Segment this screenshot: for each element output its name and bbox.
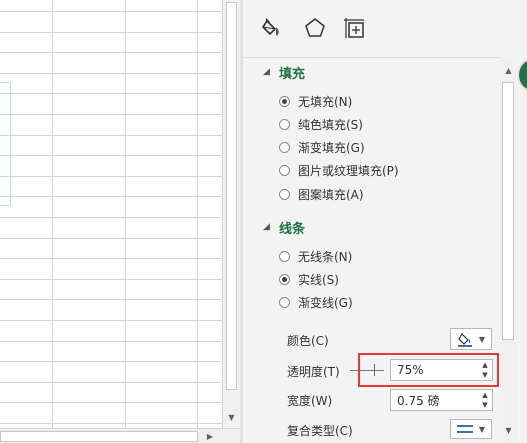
radio-option-label: 渐变填充(G) xyxy=(298,141,365,156)
row-gridline xyxy=(0,402,222,403)
paint-bucket-icon[interactable] xyxy=(259,14,287,42)
pentagon-icon[interactable] xyxy=(301,14,329,42)
radio-button[interactable] xyxy=(279,296,290,308)
radio-option-label: 图案填充(A) xyxy=(298,187,364,202)
pane-vertical-scroll-thumb[interactable] xyxy=(502,82,514,340)
size-properties-icon[interactable] xyxy=(340,14,368,42)
radio-option[interactable]: 无线条(N) xyxy=(279,246,352,266)
row-gridline xyxy=(0,279,222,280)
spinner-arrows-icon[interactable]: ▲ ▼ xyxy=(480,391,490,409)
radio-option[interactable]: 渐变填充(G) xyxy=(279,138,365,158)
chevron-down-icon: ▼ xyxy=(478,424,486,434)
row-gridline xyxy=(0,73,222,74)
column-gridline xyxy=(125,0,126,428)
sheet-vertical-scroll-thumb[interactable] xyxy=(226,2,237,390)
row-gridline xyxy=(0,238,222,239)
row-gridline xyxy=(0,423,222,424)
row-gridline xyxy=(0,93,222,94)
green-circle-button[interactable] xyxy=(517,58,527,92)
row-gridline xyxy=(0,382,222,383)
row-gridline xyxy=(0,176,222,177)
pane-vertical-scrollbar[interactable]: ▲ ▼ xyxy=(500,58,517,443)
scroll-up-arrow-icon[interactable]: ▲ xyxy=(502,64,515,76)
collapse-triangle-icon: ◢ xyxy=(263,222,270,232)
line-width-spin-input[interactable]: 0.75 磅 ▲ ▼ xyxy=(390,389,493,411)
sheet-vertical-scrollbar[interactable]: ▼ xyxy=(222,0,240,428)
radio-button[interactable] xyxy=(279,142,290,154)
radio-option[interactable]: 纯色填充(S) xyxy=(279,114,363,134)
row-gridline xyxy=(0,155,222,156)
radio-button[interactable] xyxy=(279,188,290,200)
chevron-down-icon: ▼ xyxy=(478,334,486,344)
radio-option-label: 图片或纹理填充(P) xyxy=(298,164,399,179)
row-gridline xyxy=(0,114,222,115)
line-section-header[interactable]: ◢ 线条 xyxy=(263,219,306,237)
row-gridline xyxy=(0,217,222,218)
row-gridline xyxy=(0,361,222,362)
format-shape-pane: ◢ 填充 ◢ 线条 颜色(C) ▼ 透明度(T) 75% ▲ ▼ 宽度(W) 0.… xyxy=(243,0,527,443)
highlight-annotation-box xyxy=(358,353,499,387)
row-gridline xyxy=(0,320,222,321)
row-gridline xyxy=(0,258,222,259)
scroll-down-arrow-icon[interactable]: ▼ xyxy=(223,408,240,426)
sheet-horizontal-scroll-thumb[interactable] xyxy=(0,431,198,442)
radio-option[interactable]: 图案填充(A) xyxy=(279,184,364,204)
compound-type-dropdown[interactable]: ▼ xyxy=(450,419,492,439)
fill-section-title: 填充 xyxy=(279,66,306,82)
radio-button[interactable] xyxy=(279,165,290,177)
radio-option-label: 无线条(N) xyxy=(298,249,353,264)
line-color-label: 颜色(C) xyxy=(287,333,329,348)
line-width-value: 0.75 磅 xyxy=(397,393,440,408)
row-gridline xyxy=(0,32,222,33)
radio-option[interactable]: 图片或纹理填充(P) xyxy=(279,161,399,181)
line-width-label: 宽度(W) xyxy=(287,393,333,408)
column-gridline xyxy=(52,0,53,428)
row-gridline xyxy=(0,52,222,53)
radio-button[interactable] xyxy=(279,118,290,130)
row-gridline xyxy=(0,135,222,136)
radio-button[interactable] xyxy=(279,250,290,262)
radio-button[interactable] xyxy=(279,273,290,285)
selected-shape-outline[interactable] xyxy=(0,82,11,206)
row-gridline xyxy=(0,11,222,12)
paint-bucket-icon xyxy=(457,333,472,347)
radio-option-label: 纯色填充(S) xyxy=(298,117,363,132)
column-gridline xyxy=(197,0,198,428)
radio-option[interactable]: 无填充(N) xyxy=(279,91,352,111)
radio-option-label: 实线(S) xyxy=(298,272,339,287)
pane-tab-bar xyxy=(243,0,527,58)
collapse-triangle-icon: ◢ xyxy=(263,67,270,77)
row-gridline xyxy=(0,341,222,342)
scroll-down-arrow-icon[interactable]: ▼ xyxy=(502,424,515,436)
radio-option[interactable]: 渐变线(G) xyxy=(279,292,353,312)
compound-line-icon xyxy=(456,425,473,433)
row-gridline xyxy=(0,299,222,300)
radio-option-label: 渐变线(G) xyxy=(298,295,353,310)
radio-option[interactable]: 实线(S) xyxy=(279,269,339,289)
radio-button[interactable] xyxy=(279,95,290,107)
scroll-right-arrow-icon[interactable]: ▶ xyxy=(203,430,217,442)
line-section-title: 线条 xyxy=(279,221,306,237)
radio-option-label: 无填充(N) xyxy=(298,94,353,109)
transparency-label: 透明度(T) xyxy=(287,364,340,379)
sheet-horizontal-scrollbar[interactable]: ▶ xyxy=(0,428,240,443)
compound-type-label: 复合类型(C) xyxy=(287,423,353,438)
line-color-picker-button[interactable]: ▼ xyxy=(450,328,492,350)
fill-section-header[interactable]: ◢ 填充 xyxy=(263,64,306,82)
spreadsheet-grid[interactable] xyxy=(0,0,222,428)
pane-tab-separator xyxy=(243,57,501,58)
row-gridline xyxy=(0,196,222,197)
